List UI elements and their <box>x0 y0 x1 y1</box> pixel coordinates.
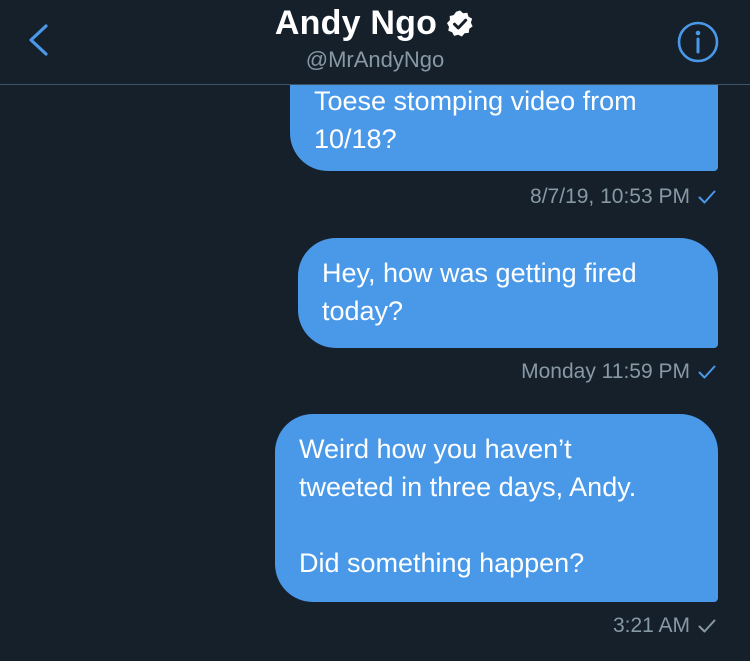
message-meta: Monday 11:59 PM <box>521 360 716 384</box>
message-meta: 3:21 AM <box>613 614 716 638</box>
message-timestamp: Monday 11:59 PM <box>521 360 690 383</box>
message-bubble[interactable]: Hey, how was getting fired today? <box>298 238 718 348</box>
read-check-icon <box>698 190 716 204</box>
message-text: Weird how you haven’t tweeted in three d… <box>299 434 637 578</box>
message-text: Hey, how was getting fired today? <box>322 258 637 326</box>
conversation-header: Andy Ngo @MrAndyNgo <box>0 0 750 85</box>
message-meta: 8/7/19, 10:53 PM <box>530 185 716 209</box>
message-bubble[interactable]: Weird how you haven’t tweeted in three d… <box>275 414 718 602</box>
message-timestamp: 3:21 AM <box>612 614 690 637</box>
info-button[interactable] <box>676 20 720 64</box>
conversation-thread: Toese stomping video from 10/18? 8/7/19,… <box>0 0 750 661</box>
page-title: Andy Ngo <box>274 4 438 42</box>
message-timestamp: 8/7/19, 10:53 PM <box>530 185 690 208</box>
info-icon <box>677 21 719 63</box>
verified-badge-icon <box>447 10 473 36</box>
read-check-icon <box>698 365 716 379</box>
sent-check-icon <box>698 619 716 633</box>
header-title-block[interactable]: Andy Ngo @MrAndyNgo <box>0 4 750 73</box>
message-text: Toese stomping video from 10/18? <box>314 86 637 154</box>
user-handle: @MrAndyNgo <box>305 47 445 72</box>
